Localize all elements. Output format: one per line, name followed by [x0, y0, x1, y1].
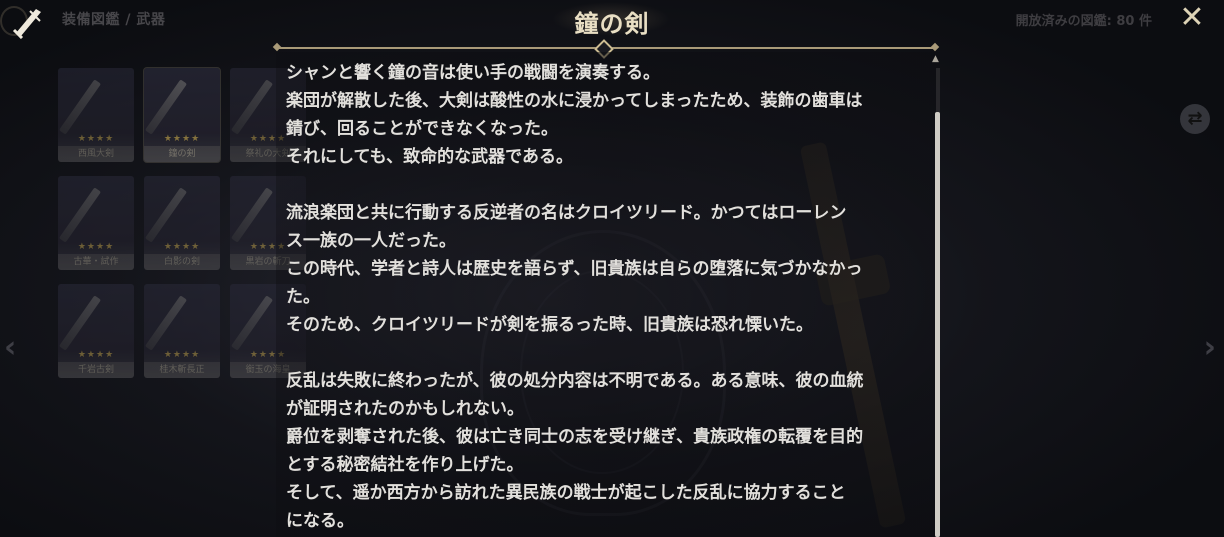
weapon-name: 古華・試作 — [58, 254, 134, 270]
weapon-name: 西風大剣 — [58, 146, 134, 162]
weapon-thumbnail — [58, 295, 102, 351]
weapon-card[interactable]: ★★★★ 西風大剣 — [58, 68, 134, 162]
story-line: それにしても、致命的な武器である。 — [286, 147, 573, 167]
weapon-card[interactable]: ★★★★ 桂木斬長正 — [144, 284, 220, 378]
story-line: そして、遥か西方から訪れた異民族の戦士が起こした反乱に協力すること — [286, 483, 846, 503]
weapon-card[interactable]: ★★★★ 白影の剣 — [144, 176, 220, 270]
next-arrow-icon[interactable]: › — [1204, 330, 1216, 365]
weapon-thumbnail — [230, 295, 274, 351]
weapon-thumbnail — [230, 79, 274, 135]
story-line: シャンと響く鐘の音は使い手の戦闘を演奏する。 — [286, 63, 660, 83]
story-line: になる。 — [286, 511, 354, 531]
weapon-thumbnail — [144, 187, 188, 243]
weapon-name: 千岩古剣 — [58, 362, 134, 378]
swap-icon[interactable]: ⇄ — [1180, 104, 1210, 134]
rarity-stars: ★★★★ — [163, 350, 201, 360]
weapon-card-selected[interactable]: ★★★★ 鐘の剣 — [143, 67, 221, 163]
story-line: ス一族の一人だった。 — [286, 231, 456, 251]
story-line: 反乱は失敗に終わったが、彼の処分内容は不明である。ある意味、彼の血統 — [286, 371, 864, 391]
scrollbar-thumb[interactable] — [935, 112, 940, 537]
weapon-thumbnail — [58, 187, 102, 243]
story-line: 楽団が解散した後、大剣は酸性の水に浸かってしまったため、装飾の歯車は — [286, 91, 863, 111]
story-line: そのため、クロイツリードが剣を振るった時、旧貴族は恐れ慄いた。 — [286, 315, 813, 335]
weapon-card[interactable]: ★★★★ 古華・試作 — [58, 176, 134, 270]
weapon-thumbnail — [144, 295, 188, 351]
rarity-stars: ★★★★ — [163, 134, 201, 144]
rarity-stars: ★★★★ — [77, 350, 115, 360]
story-line: が証明されたのかもしれない。 — [286, 399, 524, 419]
story-line: とする秘密結社を作り上げた。 — [286, 455, 524, 475]
weapon-thumbnail — [144, 79, 188, 135]
weapon-name: 鐘の剣 — [144, 146, 220, 162]
story-line: この時代、学者と詩人は歴史を語らず、旧貴族は自らの堕落に気づかなかっ — [286, 259, 863, 279]
story-line: 爵位を剥奪された後、彼は亡き同士の志を受け継ぎ、貴族政権の転覆を目的 — [286, 427, 864, 447]
rarity-stars: ★★★★ — [77, 242, 115, 252]
weapon-thumbnail — [230, 187, 274, 243]
story-blank — [286, 339, 926, 367]
story-blank — [286, 171, 926, 199]
story-line: 流浪楽団と共に行動する反逆者の名はクロイツリード。かつてはローレン — [286, 203, 847, 223]
story-text: シャンと響く鐘の音は使い手の戦闘を演奏する。 楽団が解散した後、大剣は酸性の水に… — [286, 59, 926, 535]
rarity-stars: ★★★★ — [163, 242, 201, 252]
weapon-thumbnail — [58, 79, 102, 135]
weapon-card[interactable]: ★★★★ 千岩古剣 — [58, 284, 134, 378]
rarity-stars: ★★★★ — [77, 134, 115, 144]
prev-arrow-icon[interactable]: ‹ — [4, 330, 16, 365]
scroll-up-icon[interactable]: ▲ — [932, 54, 939, 64]
story-line: た。 — [286, 287, 320, 307]
weapon-name: 桂木斬長正 — [144, 362, 220, 378]
story-line: 錆び、回ることができなくなった。 — [286, 119, 558, 139]
weapon-name: 白影の剣 — [144, 254, 220, 270]
page-title: 鐘の剣 — [574, 9, 650, 38]
